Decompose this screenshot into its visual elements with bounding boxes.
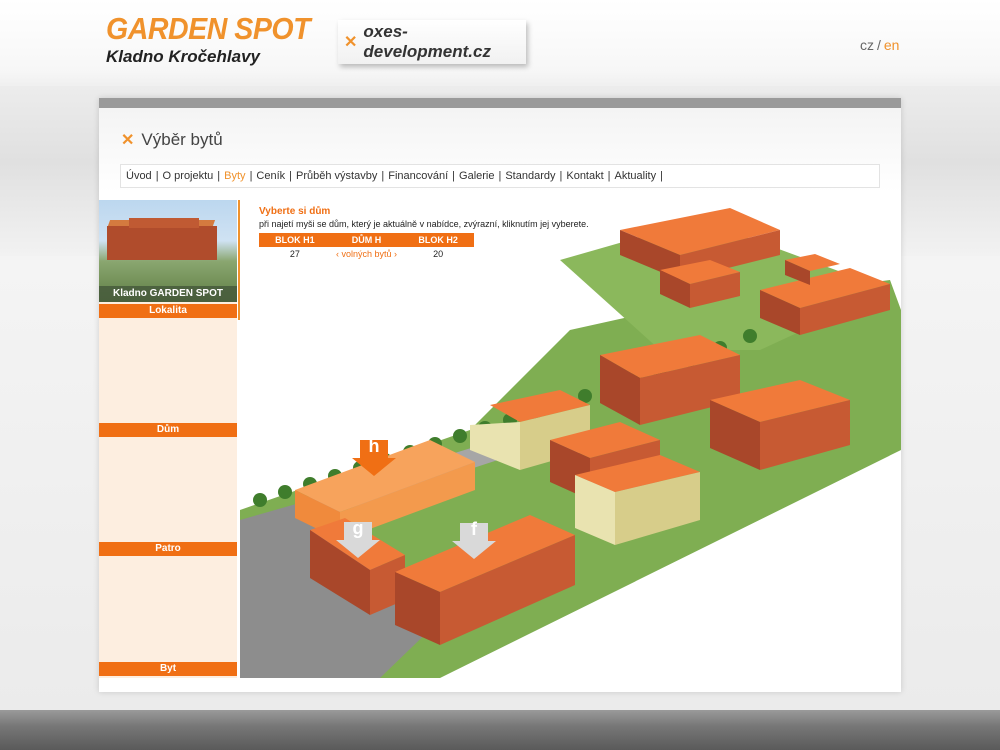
site-map-illustration <box>240 208 901 678</box>
nav-item-9[interactable]: Aktuality <box>615 170 657 182</box>
site-logo[interactable]: GARDEN SPOT Kladno Kročehlavy <box>106 12 328 67</box>
developer-link[interactable]: ✕ oxes-development.cz <box>338 20 526 64</box>
main-panel: ✕ Výběr bytů Úvod | O projektu | Byty | Ceník |… <box>99 98 901 692</box>
selection-sidebar: Kladno GARDEN SPOT Lokalita Dům Patro By… <box>99 200 242 678</box>
step-lokalita[interactable]: Lokalita <box>99 304 237 318</box>
nav-item-6[interactable]: Galerie <box>459 170 494 182</box>
nav-separator: | <box>217 170 221 182</box>
logo-subtitle: Kladno Kročehlavy <box>106 47 260 66</box>
nav-item-0[interactable]: Úvod <box>126 170 152 182</box>
site-map: h g f <box>240 200 901 678</box>
count-blok-h2: 20 <box>433 249 444 259</box>
page-title: ✕ Výběr bytů <box>121 130 223 150</box>
nav-separator: | <box>381 170 385 182</box>
nav-separator: | <box>607 170 611 182</box>
nav-separator: | <box>559 170 563 182</box>
chevron-left-icon[interactable]: ‹ <box>336 249 339 259</box>
main-navigation: Úvod | O projektu | Byty | Ceník | Průběh výstav… <box>120 164 880 188</box>
language-switcher: cz / en <box>860 37 899 53</box>
photo-caption: Kladno GARDEN SPOT <box>99 286 237 302</box>
panel-top-bar <box>99 98 901 108</box>
nav-item-5[interactable]: Financování <box>388 170 448 182</box>
nav-item-4[interactable]: Průběh výstavby <box>296 170 377 182</box>
col-blok-h1[interactable]: BLOK H1 <box>259 233 331 247</box>
nav-separator: | <box>155 170 159 182</box>
step-patro[interactable]: Patro <box>99 542 237 556</box>
marker-g-label: g <box>352 518 364 538</box>
house-info: Vyberte si dům při najetí myši se dům, k… <box>259 206 599 261</box>
developer-link-text: oxes-development.cz <box>363 22 491 61</box>
nav-item-3[interactable]: Ceník <box>256 170 285 182</box>
nav-separator: | <box>249 170 253 182</box>
footer-bar <box>0 710 1000 750</box>
availability-table-header: BLOK H1 DŮM H BLOK H2 <box>259 233 474 247</box>
free-flats-text: volných bytů <box>341 249 392 259</box>
availability-table: BLOK H1 DŮM H BLOK H2 27 ‹ volných bytů … <box>259 233 474 261</box>
photo-building-top <box>129 218 199 228</box>
nav-separator: | <box>452 170 456 182</box>
info-text: při najetí myši se dům, který je aktuáln… <box>259 219 589 229</box>
nav-item-2[interactable]: Byty <box>224 170 245 182</box>
step-byt[interactable]: Byt <box>99 662 237 676</box>
x-mark-icon: ✕ <box>121 132 135 149</box>
lang-cz-link[interactable]: cz <box>860 37 874 53</box>
count-blok-h1: 27 <box>289 249 300 259</box>
free-flats-label: ‹ volných bytů › <box>331 247 403 261</box>
nav-separator: | <box>289 170 293 182</box>
marker-f-label: f <box>471 519 477 539</box>
chevron-right-icon[interactable]: › <box>394 249 397 259</box>
panel-header: ✕ Výběr bytů Úvod | O projektu | Byty | Ceník |… <box>99 108 901 192</box>
col-dum-h[interactable]: DŮM H <box>331 233 403 247</box>
nav-item-7[interactable]: Standardy <box>505 170 555 182</box>
photo-building <box>107 226 217 260</box>
availability-row: 27 ‹ volných bytů › 20 <box>259 247 474 261</box>
col-blok-h2[interactable]: BLOK H2 <box>402 233 474 247</box>
marker-h-label: h <box>368 436 380 456</box>
nav-item-8[interactable]: Kontakt <box>566 170 603 182</box>
lang-separator: / <box>877 37 881 53</box>
info-heading: Vyberte si dům <box>259 206 331 217</box>
x-mark-icon: ✕ <box>344 34 358 51</box>
nav-item-1[interactable]: O projektu <box>163 170 214 182</box>
logo-title: GARDEN SPOT <box>106 11 311 46</box>
nav-separator: | <box>498 170 502 182</box>
page-title-text: Výběr bytů <box>141 130 223 149</box>
lang-en-link[interactable]: en <box>884 37 900 53</box>
nav-separator: | <box>660 170 663 182</box>
step-dum[interactable]: Dům <box>99 423 237 437</box>
